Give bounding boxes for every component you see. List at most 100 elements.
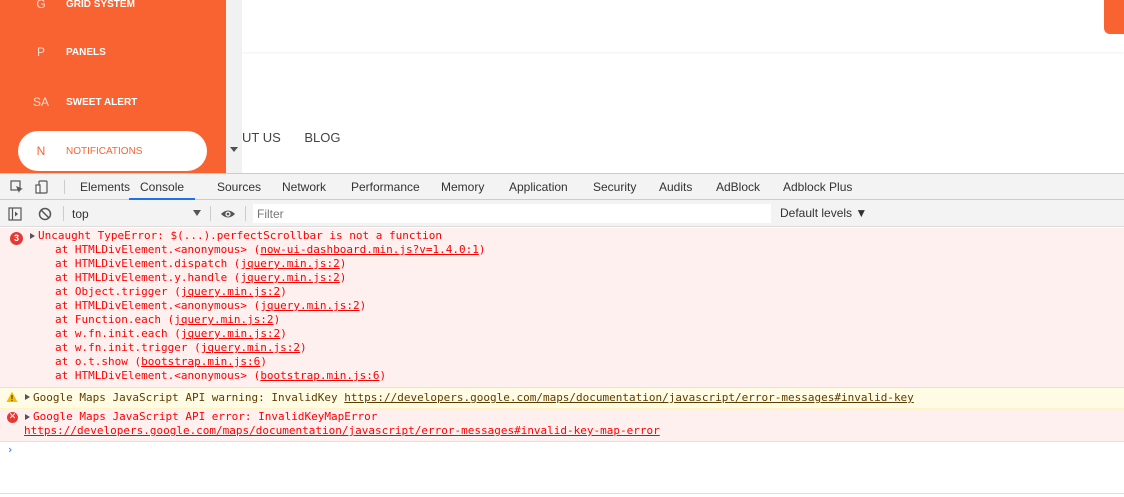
tab-network[interactable]: Network <box>282 174 326 200</box>
tab-audits[interactable]: Audits <box>659 174 692 200</box>
expand-triangle-icon[interactable] <box>30 233 35 239</box>
stack-frame-text: at HTMLDivElement.<anonymous> ( <box>55 243 261 256</box>
stack-frame-text: at HTMLDivElement.<anonymous> ( <box>55 299 261 312</box>
warning-text: Google Maps JavaScript API warning: Inva… <box>33 391 914 405</box>
stack-frame-text: at Object.trigger ( <box>55 285 181 298</box>
console-warning-message: Google Maps JavaScript API warning: Inva… <box>0 388 1124 409</box>
stack-frame-text: at Function.each ( <box>55 313 175 326</box>
sidebar-item-abbr: G <box>36 0 46 11</box>
stack-frame: at w.fn.init.trigger (jquery.min.js:2) <box>0 341 485 355</box>
sidebar: G GRID SYSTEM P PANELS SA SWEET ALERT N … <box>0 0 226 173</box>
sidebar-item-abbr: N <box>36 144 46 158</box>
console-error-message: ✕ Google Maps JavaScript API error: Inva… <box>0 409 1124 442</box>
sidebar-item-notifications[interactable]: N NOTIFICATIONS <box>0 131 226 171</box>
stack-frame-end: ) <box>300 341 307 354</box>
stack-frame-end: ) <box>280 285 287 298</box>
toolbar-divider <box>63 206 64 221</box>
sidebar-item-grid-system[interactable]: G GRID SYSTEM <box>0 0 226 24</box>
tab-adblock[interactable]: AdBlock <box>716 174 760 200</box>
tab-performance[interactable]: Performance <box>351 174 420 200</box>
scroll-down-arrow-icon[interactable] <box>230 147 238 152</box>
tab-elements[interactable]: Elements <box>80 174 130 200</box>
sidebar-item-label: PANELS <box>66 46 106 58</box>
stack-frame-end: ) <box>478 243 486 256</box>
stack-frame-link[interactable]: bootstrap.min.js:6 <box>141 355 260 368</box>
inspect-element-icon[interactable] <box>10 180 24 194</box>
device-toolbar-icon[interactable] <box>35 180 49 194</box>
sidebar-item-abbr: SA <box>32 95 49 109</box>
stack-frame-link[interactable]: jquery.min.js:2 <box>260 299 359 312</box>
menu-link-blog[interactable]: BLOG <box>304 130 340 145</box>
stack-frame-text: at o.t.show ( <box>55 355 142 368</box>
expand-triangle-icon[interactable] <box>25 394 30 400</box>
stack-frame: at o.t.show (bootstrap.min.js:6) <box>0 355 485 369</box>
stack-frame-link[interactable]: jquery.min.js:2 <box>240 271 339 284</box>
devtools-tabbar: Elements Console Sources Network Perform… <box>0 173 1124 200</box>
tab-console[interactable]: Console <box>129 174 196 200</box>
top-navbar <box>242 0 1124 52</box>
console-messages: 3 Uncaught TypeError: $(...).perfectScro… <box>0 228 1124 462</box>
stack-frame-end: ) <box>339 257 347 270</box>
sidebar-scrollbar[interactable] <box>226 0 242 173</box>
bottom-border <box>0 493 1124 494</box>
stack-frame: at HTMLDivElement.dispatch (jquery.min.j… <box>0 257 485 271</box>
tabbar-divider <box>64 180 65 194</box>
sidebar-item-sweet-alert[interactable]: SA SWEET ALERT <box>0 82 226 122</box>
tab-memory[interactable]: Memory <box>441 174 484 200</box>
tab-sources[interactable]: Sources <box>217 174 261 200</box>
stack-frame-text: at HTMLDivElement.y.handle ( <box>55 271 241 284</box>
console-filter-input[interactable] <box>253 204 771 223</box>
stack-frame-end: ) <box>379 369 387 382</box>
devtools-panel: Elements Console Sources Network Perform… <box>0 173 1124 497</box>
stack-frame-end: ) <box>273 313 281 326</box>
stack-frame: at Function.each (jquery.min.js:2) <box>0 313 485 327</box>
stack-frame-link[interactable]: bootstrap.min.js:6 <box>260 369 379 382</box>
stack-trace: at HTMLDivElement.<anonymous> (now-ui-da… <box>0 243 485 383</box>
warning-doc-link[interactable]: https://developers.google.com/maps/docum… <box>344 391 914 404</box>
log-levels-dropdown[interactable]: Default levels ▼ <box>780 206 867 220</box>
tab-application[interactable]: Application <box>509 174 568 200</box>
console-toolbar: top Default levels ▼ <box>0 200 1124 227</box>
navbar-corner-button[interactable] <box>1104 0 1124 34</box>
console-prompt[interactable]: › <box>0 442 1124 462</box>
stack-frame-end: ) <box>280 327 287 340</box>
error-icon: ✕ <box>7 412 18 423</box>
clear-console-icon[interactable] <box>38 207 52 221</box>
stack-frame-end: ) <box>260 355 267 368</box>
stack-frame-text: at HTMLDivElement.<anonymous> ( <box>55 369 261 382</box>
expand-triangle-icon[interactable] <box>25 414 30 420</box>
stack-frame-text: at w.fn.init.trigger ( <box>55 341 201 354</box>
live-expression-eye-icon[interactable] <box>220 207 236 221</box>
stack-frame-end: ) <box>359 299 367 312</box>
stack-frame-link[interactable]: jquery.min.js:2 <box>174 313 273 326</box>
chevron-down-icon[interactable] <box>193 210 201 216</box>
toolbar-divider <box>245 206 246 221</box>
tab-adblock-plus[interactable]: Adblock Plus <box>783 174 852 200</box>
sidebar-item-abbr: P <box>36 45 45 59</box>
warning-icon <box>6 391 18 402</box>
stack-frame: at HTMLDivElement.<anonymous> (now-ui-da… <box>0 243 485 257</box>
stack-frame-text: at HTMLDivElement.dispatch ( <box>55 257 241 270</box>
stack-frame: at HTMLDivElement.y.handle (jquery.min.j… <box>0 271 485 285</box>
context-selector[interactable]: top <box>72 207 89 221</box>
stack-frame-link[interactable]: now-ui-dashboard.min.js?v=1.4.0:1 <box>260 243 479 256</box>
stack-frame-link[interactable]: jquery.min.js:2 <box>181 285 280 298</box>
error-text: Uncaught TypeError: $(...).perfectScroll… <box>38 229 442 242</box>
stack-frame: at HTMLDivElement.<anonymous> (jquery.mi… <box>0 299 485 313</box>
sidebar-item-label: GRID SYSTEM <box>66 0 135 10</box>
sidebar-item-panels[interactable]: P PANELS <box>0 32 226 72</box>
stack-frame-link[interactable]: jquery.min.js:2 <box>181 327 280 340</box>
sidebar-item-label: SWEET ALERT <box>66 96 138 108</box>
sidebar-toggle-icon[interactable] <box>8 207 22 221</box>
web-page: UT US BLOG G GRID SYSTEM P PANELS SA SWE… <box>0 0 1124 173</box>
error-doc-link[interactable]: https://developers.google.com/maps/docum… <box>24 424 660 438</box>
stack-frame-link[interactable]: jquery.min.js:2 <box>201 341 300 354</box>
tab-security[interactable]: Security <box>593 174 636 200</box>
stack-frame-text: at w.fn.init.each ( <box>55 327 181 340</box>
stack-frame: at Object.trigger (jquery.min.js:2) <box>0 285 485 299</box>
warning-message-text: Google Maps JavaScript API warning: Inva… <box>33 391 345 404</box>
console-error-message: 3 Uncaught TypeError: $(...).perfectScro… <box>0 228 1124 388</box>
menu-link-about[interactable]: UT US <box>242 130 281 145</box>
error-text: Google Maps JavaScript API error: Invali… <box>33 410 378 423</box>
stack-frame-link[interactable]: jquery.min.js:2 <box>240 257 339 270</box>
